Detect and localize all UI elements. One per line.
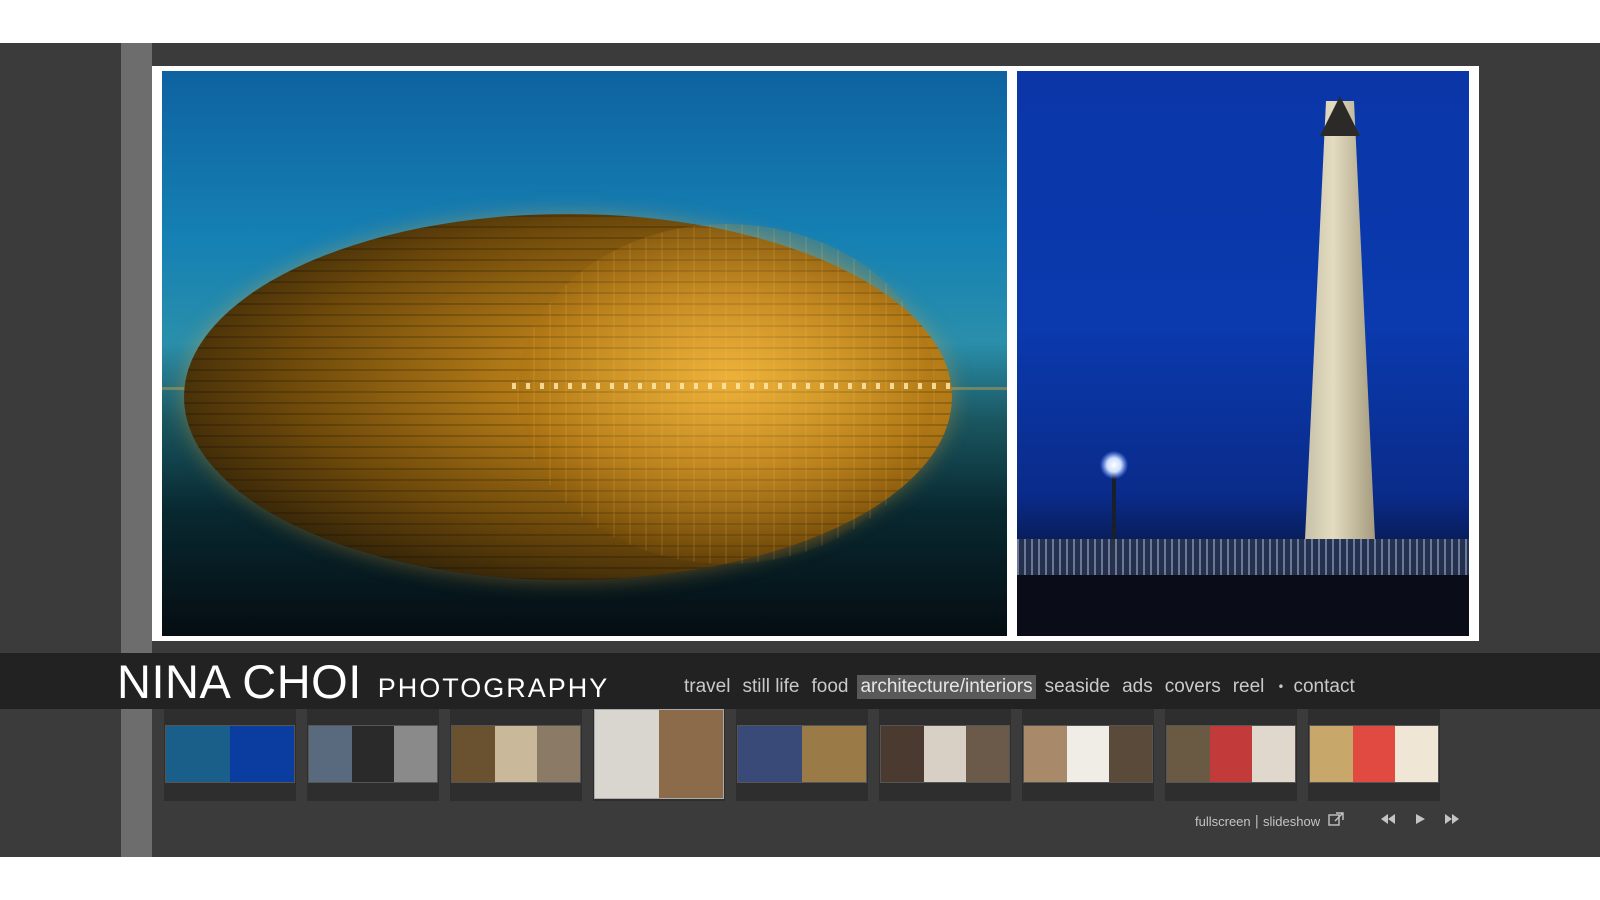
thumbnail-swatch [802,726,866,782]
thumbnail-swatch [659,710,723,798]
thumbnail-swatch [1395,726,1438,782]
side-stripe [121,43,152,857]
gallery-controls: fullscreen | slideshow [1195,811,1460,831]
thumbnail-swatch [738,726,802,782]
thumbnail-swatch [394,726,437,782]
obelisk [1305,101,1375,539]
thumbnail-swatch [1024,726,1067,782]
thumbnail-image [1166,725,1296,783]
gallery-stage [152,66,1479,641]
interior-lights [512,383,952,389]
nav-item-still-life[interactable]: still life [739,675,802,699]
nav-item-contact[interactable]: contact [1290,675,1357,699]
thumbnail-item[interactable] [450,709,582,801]
nav-item-seaside[interactable]: seaside [1042,675,1114,699]
fast-forward-icon[interactable] [1444,813,1460,829]
brand-name: NINA CHOI [117,655,362,708]
thumbnail-strip [164,709,1464,809]
nav-item-covers[interactable]: covers [1162,675,1224,699]
thumbnail-swatch [166,726,230,782]
nav-item-reel[interactable]: reel [1230,675,1268,699]
main-photo-monument[interactable] [1017,71,1469,636]
fence [1017,539,1469,575]
thumbnail-swatch [1109,726,1152,782]
thumbnail-item[interactable] [164,709,296,801]
lamp-light [1100,451,1128,479]
thumbnail-image [1023,725,1153,783]
thumbnail-image [880,725,1010,783]
rewind-icon[interactable] [1380,813,1396,829]
thumbnail-swatch [1310,726,1353,782]
egg-glass-facade [517,224,937,564]
external-link-icon[interactable] [1328,812,1344,830]
thumbnail-item[interactable] [307,709,439,801]
thumbnail-item[interactable] [1022,709,1154,801]
thumbnail-swatch [881,726,924,782]
thumbnail-image [451,725,581,783]
thumbnail-swatch [494,726,538,782]
thumbnail-swatch [1252,726,1295,782]
site-container: NINA CHOI PHOTOGRAPHY travel still life … [0,43,1600,857]
thumbnail-image [308,725,438,783]
main-photo-theater[interactable] [162,71,1007,636]
thumbnail-item[interactable] [1308,709,1440,801]
thumbnail-swatch [966,726,1009,782]
thumbnail-swatch [1352,726,1396,782]
thumbnail-swatch [230,726,294,782]
thumbnail-swatch [1167,726,1210,782]
thumbnail-image [1309,725,1439,783]
thumbnail-swatch [351,726,395,782]
header-bar: NINA CHOI PHOTOGRAPHY travel still life … [0,653,1600,709]
slideshow-link[interactable]: slideshow [1263,814,1320,829]
thumbnail-swatch [1209,726,1253,782]
thumbnail-image [737,725,867,783]
thumbnail-image [594,709,724,799]
nav-item-ads[interactable]: ads [1119,675,1156,699]
thumbnail-item[interactable] [879,709,1011,801]
brand-subtitle: PHOTOGRAPHY [377,673,610,703]
controls-divider: | [1254,813,1260,829]
brand-logo[interactable]: NINA CHOI PHOTOGRAPHY [117,653,609,709]
plaza [1017,575,1469,636]
thumbnail-item[interactable] [736,709,868,801]
nav-item-travel[interactable]: travel [681,675,733,699]
thumbnail-image [165,725,295,783]
thumbnail-swatch [1066,726,1110,782]
thumbnail-swatch [923,726,967,782]
thumbnail-item[interactable] [1165,709,1297,801]
thumbnail-item[interactable] [593,709,725,801]
thumbnail-swatch [595,710,659,798]
thumbnail-swatch [452,726,495,782]
nav-separator: • [1277,680,1285,694]
fullscreen-link[interactable]: fullscreen [1195,814,1251,829]
nav-item-food[interactable]: food [808,675,851,699]
thumbnail-swatch [537,726,580,782]
main-nav: travel still life food architecture/inte… [681,675,1364,699]
thumbnail-swatch [309,726,352,782]
nav-item-architecture-interiors[interactable]: architecture/interiors [857,675,1036,699]
play-icon[interactable] [1414,813,1426,829]
